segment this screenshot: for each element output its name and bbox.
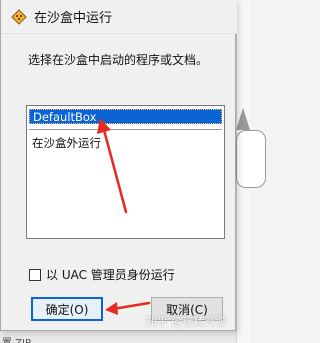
uac-checkbox-label[interactable]: 以 UAC 管理员身份运行	[46, 266, 175, 283]
list-item-run-outside-sandbox[interactable]: 在沙盒外运行	[29, 136, 222, 151]
uac-option[interactable]: 以 UAC 管理员身份运行	[29, 266, 175, 283]
list-item-defaultbox[interactable]: DefaultBox	[29, 109, 222, 124]
background-callout-tail	[236, 108, 250, 130]
ok-button[interactable]: 确定(O)	[31, 297, 103, 321]
run-in-sandbox-dialog: 在沙盒中运行 选择在沙盒中启动的程序或文档。 DefaultBox 在沙盒外运行…	[0, 0, 237, 331]
sandboxie-logo-icon	[11, 8, 27, 25]
title-bar[interactable]: 在沙盒中运行	[1, 0, 237, 34]
background-callout	[236, 130, 266, 188]
background-partial-text: 置 ZIP	[2, 334, 31, 343]
instruction-text: 选择在沙盒中启动的程序或文档。	[28, 53, 209, 67]
sandbox-listbox[interactable]: DefaultBox 在沙盒外运行	[26, 105, 225, 239]
watermark: 知乎 @玩转开源	[146, 315, 227, 328]
uac-checkbox[interactable]	[29, 268, 41, 281]
list-separator	[29, 129, 222, 130]
window-title: 在沙盒中运行	[34, 11, 113, 26]
arrow-to-ok-button	[105, 301, 151, 315]
